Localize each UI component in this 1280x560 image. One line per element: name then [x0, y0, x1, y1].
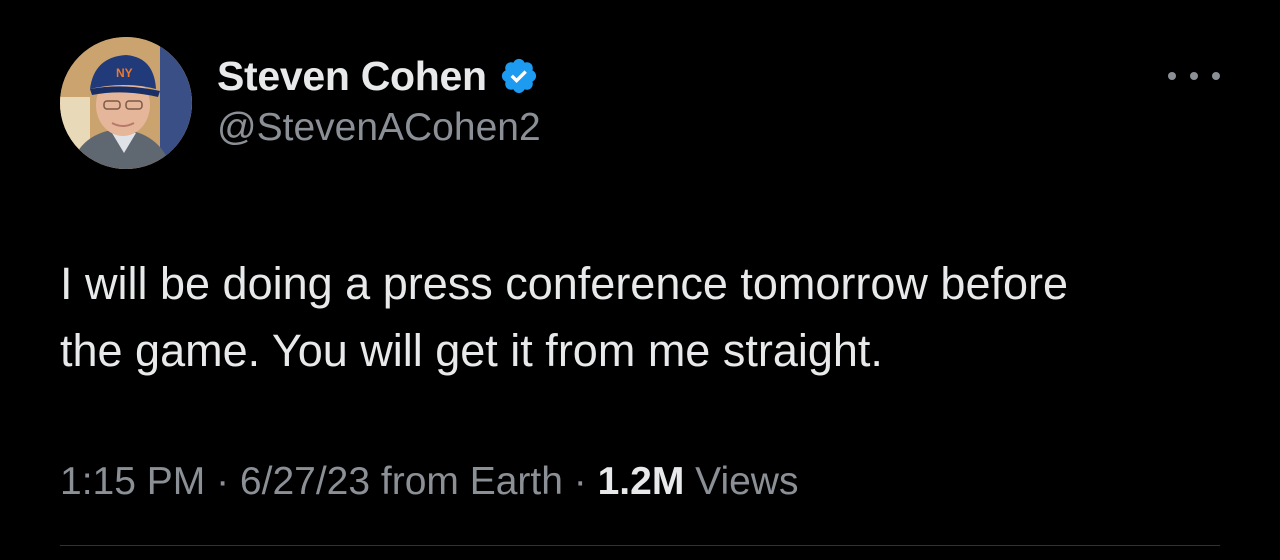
tweet-text-line: the game. You will get it from me straig…: [60, 325, 883, 376]
more-horizontal-icon: [1168, 72, 1176, 80]
meta-separator: ·: [205, 460, 240, 503]
views-label: Views: [684, 460, 799, 503]
author-handle[interactable]: @StevenACohen2: [217, 106, 541, 150]
tweet-card: NY Steven Cohen @StevenACohen2 I will be…: [0, 0, 1280, 560]
avatar[interactable]: NY: [60, 37, 192, 169]
svg-text:NY: NY: [116, 66, 133, 80]
divider: [60, 545, 1220, 546]
tweet-time[interactable]: 1:15 PM: [60, 460, 205, 503]
author-display-name[interactable]: Steven Cohen: [217, 53, 487, 100]
tweet-text-line: I will be doing a press conference tomor…: [60, 258, 1069, 309]
more-horizontal-icon: [1212, 72, 1220, 80]
verified-badge-icon[interactable]: [499, 56, 539, 96]
tweet-text: I will be doing a press conference tomor…: [60, 250, 1240, 384]
more-options-button[interactable]: [1168, 60, 1220, 92]
tweet-date[interactable]: 6/27/23: [240, 460, 370, 503]
tweet-meta: 1:15 PM · 6/27/23 from Earth · 1.2M View…: [60, 460, 798, 504]
views-count[interactable]: 1.2M: [598, 460, 685, 503]
author-name-row: Steven Cohen: [217, 52, 539, 100]
tweet-source: from Earth: [370, 460, 563, 503]
meta-separator: ·: [562, 460, 598, 503]
more-horizontal-icon: [1190, 72, 1198, 80]
avatar-photo: NY: [60, 37, 192, 169]
